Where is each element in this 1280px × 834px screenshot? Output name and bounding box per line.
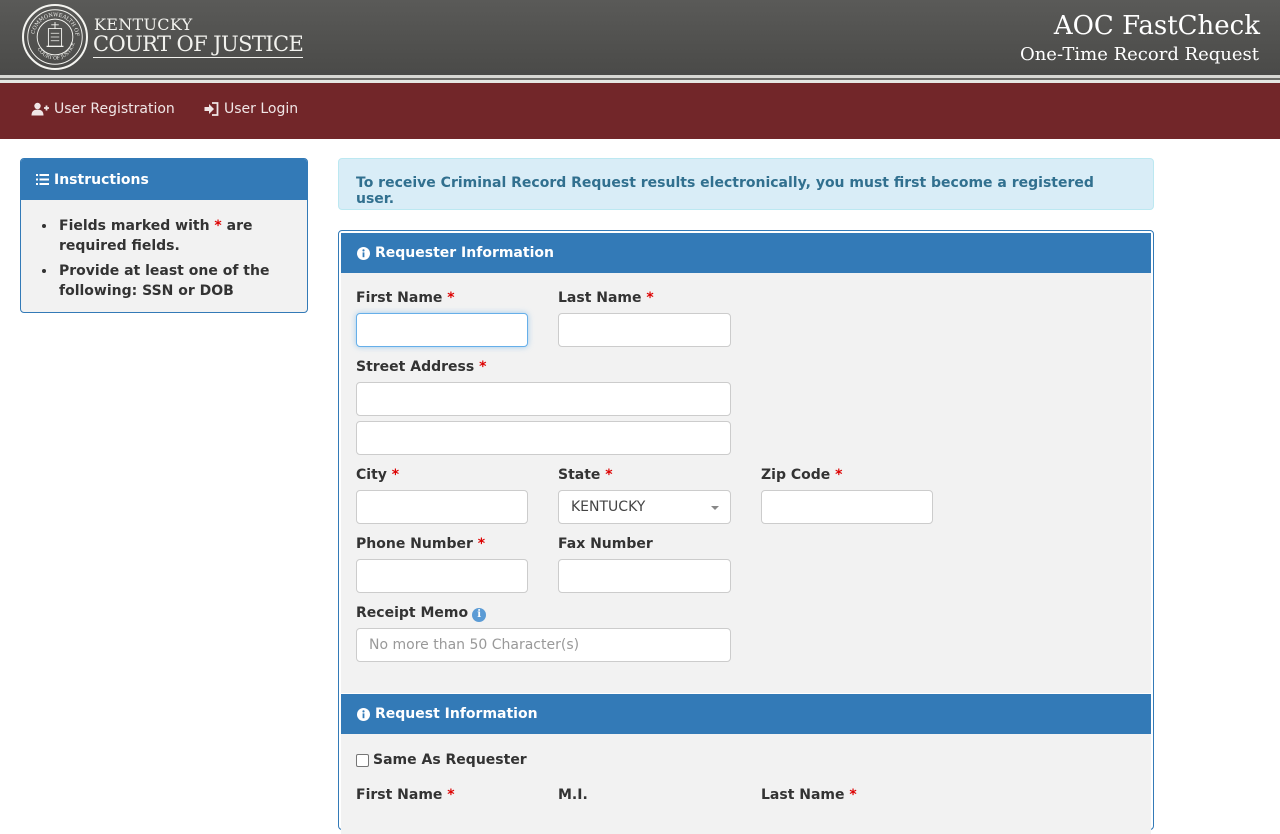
caret-down-icon (711, 506, 719, 510)
receipt-memo-input[interactable] (356, 628, 731, 662)
street-address-line2-input[interactable] (356, 421, 731, 455)
instruction-text: Fields marked with (59, 218, 215, 234)
app-subtitle: One-Time Record Request (1019, 44, 1259, 65)
receipt-memo-label: Receipt Memo i (356, 605, 487, 622)
required-mark: * (447, 787, 455, 803)
nav-user-registration-label: User Registration (54, 101, 175, 117)
last-name-input[interactable] (558, 313, 731, 347)
label-text: Receipt Memo (356, 605, 469, 621)
required-mark: * (447, 290, 455, 306)
zip-code-input[interactable] (761, 490, 933, 524)
required-mark: * (477, 536, 486, 552)
label-text: First Name (356, 290, 443, 306)
zip-code-label: Zip Code * (761, 467, 842, 483)
brand-court-name[interactable]: COURT OF JUSTICE (93, 32, 304, 58)
street-address-line1-input[interactable] (356, 382, 731, 416)
same-as-requester-row[interactable]: Same As Requester (356, 752, 527, 768)
registration-alert: To receive Criminal Record Request resul… (338, 158, 1154, 210)
request-info-header: Request Information (341, 694, 1151, 734)
required-mark: * (849, 787, 857, 803)
label-text: Phone Number (356, 536, 473, 552)
requester-info-header: Requester Information (341, 233, 1151, 273)
request-last-name-label: Last Name * (761, 787, 857, 803)
request-info-title: Request Information (375, 706, 538, 722)
list-icon (36, 174, 49, 185)
app-title: AOC FastCheck (1053, 11, 1260, 41)
fax-number-label: Fax Number (558, 536, 653, 552)
instruction-item: Provide at least one of the following: S… (57, 261, 307, 301)
label-text: Street Address (356, 359, 475, 375)
instructions-header: Instructions (21, 159, 307, 200)
info-icon[interactable]: i (472, 608, 487, 622)
required-mark: * (605, 467, 613, 483)
required-mark: * (479, 359, 487, 375)
state-select[interactable]: KENTUCKY (558, 490, 731, 524)
label-text: State (558, 467, 601, 483)
state-select-value: KENTUCKY (571, 499, 646, 515)
instructions-list: Fields marked with * are required fields… (57, 216, 307, 301)
phone-number-input[interactable] (356, 559, 528, 593)
info-circle-icon (357, 707, 370, 721)
city-label: City * (356, 467, 399, 483)
request-first-name-label: First Name * (356, 787, 455, 803)
required-mark: * (835, 467, 843, 483)
required-mark: * (214, 218, 222, 234)
street-address-label: Street Address * (356, 359, 486, 375)
sign-in-icon (204, 102, 219, 116)
same-as-requester-label: Same As Requester (373, 752, 527, 768)
phone-number-label: Phone Number * (356, 536, 485, 552)
label-text: Zip Code (761, 467, 831, 483)
label-text: City (356, 467, 387, 483)
instructions-title: Instructions (54, 171, 149, 188)
requester-info-title: Requester Information (375, 245, 554, 261)
svg-text:COURT OF JUSTICE: COURT OF JUSTICE (36, 41, 77, 61)
last-name-label: Last Name * (558, 290, 654, 306)
nav-user-login[interactable]: User Login (204, 101, 298, 117)
main-nav: User Registration User Login (0, 83, 1280, 139)
required-mark: * (646, 290, 654, 306)
instruction-item: Fields marked with * are required fields… (57, 216, 307, 256)
label-text: First Name (356, 787, 443, 803)
city-input[interactable] (356, 490, 528, 524)
request-mi-label: M.I. (558, 787, 588, 803)
nav-user-login-label: User Login (224, 101, 299, 117)
label-text: Last Name (761, 787, 845, 803)
user-plus-icon (31, 102, 49, 116)
instructions-panel: Instructions Fields marked with * are re… (20, 158, 308, 313)
first-name-input[interactable] (356, 313, 528, 347)
info-circle-icon (357, 246, 370, 260)
nav-user-registration[interactable]: User Registration (31, 101, 175, 117)
required-mark: * (391, 467, 400, 483)
label-text: Last Name (558, 290, 642, 306)
kentucky-seal-icon: COMMONWEALTH OF KENTUCKY COURT OF JUSTIC… (21, 2, 88, 70)
site-banner: COMMONWEALTH OF KENTUCKY COURT OF JUSTIC… (0, 0, 1280, 75)
first-name-label: First Name * (356, 290, 455, 306)
state-label: State * (558, 467, 613, 483)
fax-number-input[interactable] (558, 559, 731, 593)
same-as-requester-checkbox[interactable] (356, 753, 369, 767)
request-info-body (341, 734, 1151, 834)
